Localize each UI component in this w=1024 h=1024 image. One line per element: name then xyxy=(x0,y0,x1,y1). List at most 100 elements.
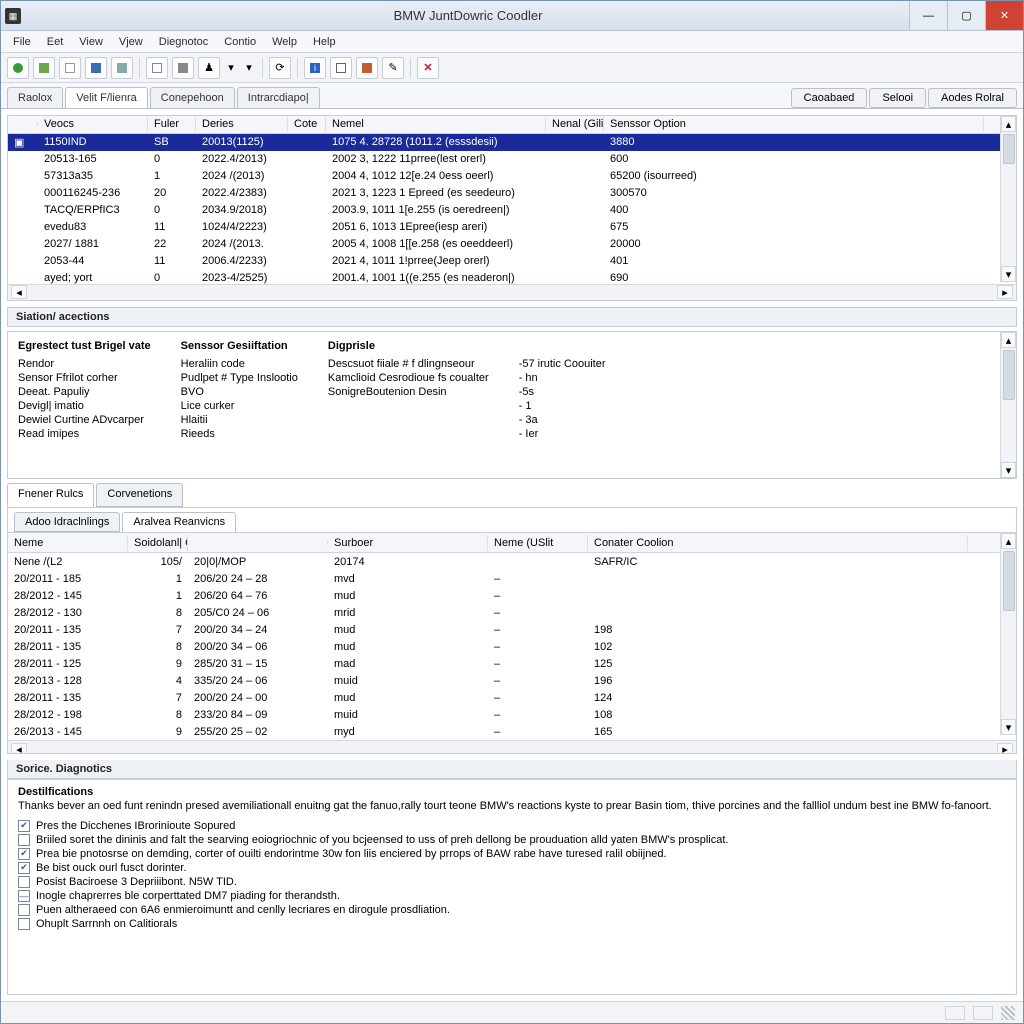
details-scrollbar[interactable]: ▴ ▾ xyxy=(1000,332,1016,478)
table-row[interactable]: evedu83111024/4/2223)2051 6, 1013 1Epree… xyxy=(8,219,1016,236)
horizontal-scrollbar[interactable]: ◂ ▸ xyxy=(8,284,1016,300)
scroll-left-icon[interactable]: ◂ xyxy=(11,285,27,299)
tool-box-icon[interactable] xyxy=(330,57,352,79)
checkbox-icon[interactable] xyxy=(18,834,30,846)
tool-save-icon[interactable] xyxy=(33,57,55,79)
tool-refresh-icon[interactable]: ⟳ xyxy=(269,57,291,79)
tool-edit-icon[interactable]: ✎ xyxy=(382,57,404,79)
tool-dropdown2-icon[interactable]: ▾ xyxy=(242,57,256,79)
menu-view1[interactable]: View xyxy=(71,34,111,50)
menu-help[interactable]: Help xyxy=(305,34,344,50)
table-row[interactable]: 28/2011 - 1357200/20 24 – 00mud–124 xyxy=(8,689,1016,706)
checkbox-icon[interactable]: ✔ xyxy=(18,820,30,832)
lcol-conater[interactable]: Conater Coolion xyxy=(588,535,968,551)
table-row[interactable]: 2027/ 1881222024 /(2013.2005 4, 1008 1[[… xyxy=(8,236,1016,253)
scroll-thumb[interactable] xyxy=(1003,350,1015,400)
checkbox-icon[interactable]: ✔ xyxy=(18,848,30,860)
tool-grid-icon[interactable] xyxy=(111,57,133,79)
lcol-neme[interactable]: Neme xyxy=(8,535,128,551)
scroll-thumb[interactable] xyxy=(1003,134,1015,164)
tab-velit[interactable]: Velit F/lienra xyxy=(65,87,148,108)
menu-diagnostic[interactable]: Diegnotoc xyxy=(151,34,217,50)
scroll-thumb[interactable] xyxy=(1003,551,1015,611)
tool-connect-icon[interactable] xyxy=(7,57,29,79)
button-selooi[interactable]: Selooi xyxy=(869,88,926,108)
vertical-scrollbar[interactable]: ▴ ▾ xyxy=(1000,116,1016,282)
menu-edit[interactable]: Eet xyxy=(39,34,72,50)
table-row[interactable]: 28/2011 - 1259285/20 31 – 15mad–125 xyxy=(8,655,1016,672)
col-veocs[interactable]: Veocs xyxy=(38,116,148,132)
scroll-down-icon[interactable]: ▾ xyxy=(1001,462,1016,478)
close-button[interactable]: ✕ xyxy=(985,1,1023,30)
checkbox-icon[interactable]: ✔ xyxy=(18,862,30,874)
menu-welp[interactable]: Welp xyxy=(264,34,305,50)
innertab-aralvea[interactable]: Aralvea Reanvicns xyxy=(122,512,236,532)
lcol-soidolanl[interactable]: Soidolanl| Oeigner xyxy=(128,535,188,551)
scroll-down-icon[interactable]: ▾ xyxy=(1001,266,1016,282)
table-row[interactable]: 28/2011 - 1358200/20 34 – 06mud–102 xyxy=(8,638,1016,655)
tool-chart-icon[interactable] xyxy=(172,57,194,79)
tab-intrarcdiapo[interactable]: Intrarcdiapo| xyxy=(237,87,320,108)
menu-view2[interactable]: Vjew xyxy=(111,34,151,50)
col2-header: Senssor Gesiiftation xyxy=(181,340,298,352)
col-fuler[interactable]: Fuler xyxy=(148,116,196,132)
tool-table-icon[interactable] xyxy=(146,57,168,79)
tool-dropdown-icon[interactable]: ▾ xyxy=(224,57,238,79)
col-deries[interactable]: Deries xyxy=(196,116,288,132)
lcol-neme-uslit[interactable]: Neme (USlit xyxy=(488,535,588,551)
innertab-adoo[interactable]: Adoo Idraclnlings xyxy=(14,512,120,532)
table-row[interactable]: 57313a3512024 /(2013)2004 4, 1012 12[e.2… xyxy=(8,168,1016,185)
checkbox-icon[interactable] xyxy=(18,904,30,916)
col-nemel[interactable]: Nemel xyxy=(326,116,546,132)
lower-hscroll[interactable]: ◂ ▸ xyxy=(8,740,1016,753)
button-aodes-rolral[interactable]: Aodes Rolral xyxy=(928,88,1017,108)
table-row[interactable]: 28/2013 - 1284335/20 24 – 06muid–196 xyxy=(8,672,1016,689)
subtab-fnener[interactable]: Fnener Rulcs xyxy=(7,483,94,507)
checkbox-icon[interactable] xyxy=(18,876,30,888)
table-row[interactable]: 20/2011 - 1851206/20 24 – 28mvd– xyxy=(8,570,1016,587)
tab-conepehoon[interactable]: Conepehoon xyxy=(150,87,235,108)
maximize-button[interactable]: ▢ xyxy=(947,1,985,30)
subtab-corvenetions[interactable]: Corvenetions xyxy=(96,483,183,507)
col-sensor-option[interactable]: Senssor Option xyxy=(604,116,984,132)
resize-grip-icon[interactable] xyxy=(1001,1006,1015,1020)
scroll-down-icon[interactable]: ▾ xyxy=(1001,719,1016,735)
scroll-left-icon[interactable]: ◂ xyxy=(11,743,27,754)
table-row[interactable]: 000116245-236202022.4/2383)2021 3, 1223 … xyxy=(8,185,1016,202)
tool-doc-icon[interactable] xyxy=(356,57,378,79)
scroll-right-icon[interactable]: ▸ xyxy=(997,743,1013,754)
menu-file[interactable]: File xyxy=(5,34,39,50)
table-row[interactable]: 20513-16502022.4/2013)2002 3, 1222 11prr… xyxy=(8,151,1016,168)
table-row[interactable]: TACQ/ERPfIC302034.9/2018)2003.9, 1011 1[… xyxy=(8,202,1016,219)
scroll-up-icon[interactable]: ▴ xyxy=(1001,332,1016,348)
scroll-right-icon[interactable]: ▸ xyxy=(997,285,1013,299)
scroll-up-icon[interactable]: ▴ xyxy=(1001,116,1016,132)
lcol-surboer[interactable]: Surboer xyxy=(328,535,488,551)
checkbox-icon[interactable] xyxy=(18,918,30,930)
minimize-button[interactable]: — xyxy=(909,1,947,30)
scroll-up-icon[interactable]: ▴ xyxy=(1001,533,1016,549)
menu-control[interactable]: Contio xyxy=(216,34,264,50)
tool-link-icon[interactable] xyxy=(85,57,107,79)
table-row[interactable]: 28/2012 - 1308205/C0 24 – 06mrid– xyxy=(8,604,1016,621)
button-caoabaed[interactable]: Caoabaed xyxy=(791,88,868,108)
col-nenal[interactable]: Nenal (Gilin. xyxy=(546,116,604,132)
table-row[interactable]: 28/2012 - 1988233/20 84 – 09muid–108 xyxy=(8,706,1016,723)
table-row[interactable]: 28/2012 - 1451206/20 64 – 76mud– xyxy=(8,587,1016,604)
tool-new-icon[interactable] xyxy=(59,57,81,79)
table-row[interactable]: 2053-44112006.4/2233)2021 4, 1011 1!prre… xyxy=(8,253,1016,270)
table-row[interactable]: ayed; yort02023-4/2525)2001.4, 1001 1((e… xyxy=(8,270,1016,284)
table-row[interactable]: Nene /(L2105/20|0|/MOP20174SAFR/IC xyxy=(8,553,1016,570)
table-row[interactable]: 26/2013 - 1459255/20 25 – 02myd–165 xyxy=(8,723,1016,740)
tool-delete-icon[interactable]: ✕ xyxy=(417,57,439,79)
table-row[interactable]: ▣1150INDSB20013(1125)1075 4. 28728 (1011… xyxy=(8,134,1016,151)
checkbox-icon[interactable]: — xyxy=(18,890,30,902)
col-cote[interactable]: Cote xyxy=(288,116,326,132)
lower-vscroll[interactable]: ▴ ▾ xyxy=(1000,533,1016,735)
col-check[interactable] xyxy=(8,122,38,126)
table-row[interactable]: 20/2011 - 1357200/20 34 – 24mud–198 xyxy=(8,621,1016,638)
tab-raolox[interactable]: Raolox xyxy=(7,87,63,108)
tool-info-icon[interactable]: i xyxy=(304,57,326,79)
tool-user-icon[interactable]: ♟ xyxy=(198,57,220,79)
lcol-oeigner[interactable] xyxy=(188,541,328,545)
